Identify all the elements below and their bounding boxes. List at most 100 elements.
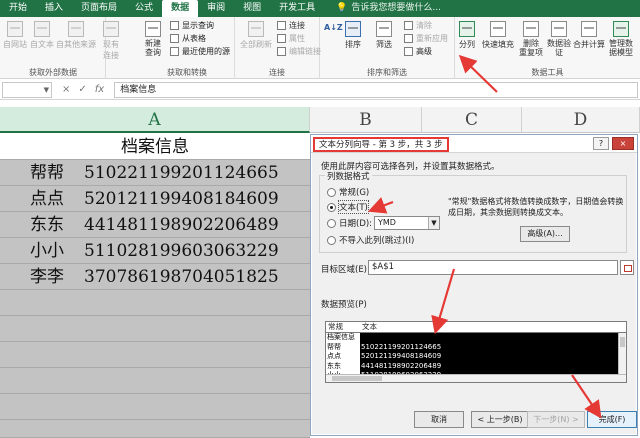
row-name: 李李 bbox=[30, 267, 64, 287]
target-range-input[interactable]: $A$1 bbox=[368, 260, 618, 275]
preview-row: 点点 520121199408184609 bbox=[326, 352, 442, 362]
data-validation-button[interactable]: 数据验 证 bbox=[547, 21, 571, 57]
empty-row[interactable] bbox=[0, 420, 310, 438]
close-button[interactable]: × bbox=[612, 137, 634, 150]
empty-row[interactable] bbox=[0, 368, 310, 394]
refresh-all-button[interactable]: 全部刷新 bbox=[240, 21, 272, 50]
table-row[interactable]: 点点 520121199408184609 bbox=[0, 186, 310, 212]
column-headers: A B C D bbox=[0, 107, 640, 133]
flash-fill-icon bbox=[490, 21, 506, 37]
empty-row[interactable] bbox=[0, 290, 310, 316]
remove-duplicates-button[interactable]: 删除 重复项 bbox=[519, 21, 543, 57]
preview-col-text[interactable]: 文本 bbox=[362, 322, 377, 332]
chevron-down-icon[interactable]: ▼ bbox=[44, 83, 49, 97]
tab-review[interactable]: 审阅 bbox=[198, 0, 234, 17]
group-data-tools: 分列 快速填充 删除 重复项 数据验 证 合并计算 管理数 据模型 数据工具 bbox=[455, 17, 640, 79]
edit-links-button[interactable]: 编辑链接 bbox=[277, 46, 321, 57]
from-table-button[interactable]: 从表格 bbox=[170, 33, 206, 44]
preview-col-general[interactable]: 常规 bbox=[328, 322, 343, 332]
collapse-dialog-icon[interactable] bbox=[620, 260, 634, 275]
header-cell-text: 档案信息 bbox=[121, 137, 189, 157]
table-row[interactable]: 小小 511028199603063229 bbox=[0, 238, 310, 264]
radio-circle-icon bbox=[327, 235, 336, 245]
new-query-button[interactable]: 新建 查询 bbox=[145, 21, 161, 57]
sort-az-button[interactable]: A↓Z bbox=[324, 23, 343, 32]
date-format-select[interactable]: YMD ▼ bbox=[374, 216, 440, 230]
group-get-transform: 新建 查询 显示查询 从表格 最近使用的源 获取和转换 bbox=[140, 17, 235, 79]
filter-button[interactable]: 筛选 bbox=[376, 21, 392, 50]
table-row[interactable]: 帮帮 510221199201124665 bbox=[0, 160, 310, 186]
show-queries-button[interactable]: 显示查询 bbox=[170, 20, 214, 31]
flash-fill-button[interactable]: 快速填充 bbox=[482, 21, 514, 50]
column-header-d[interactable]: D bbox=[522, 107, 640, 133]
chevron-down-icon[interactable]: ▼ bbox=[428, 217, 439, 229]
advanced-filter-button[interactable]: 高级 bbox=[404, 46, 432, 57]
formula-buttons: × ✓ fx bbox=[52, 84, 114, 95]
tab-view[interactable]: 视图 bbox=[234, 0, 270, 17]
tab-developer[interactable]: 开发工具 bbox=[270, 0, 324, 17]
recent-sources-button[interactable]: 最近使用的源 bbox=[170, 46, 230, 57]
radio-circle-icon bbox=[327, 218, 336, 228]
data-model-icon bbox=[613, 21, 629, 37]
radio-skip-column[interactable]: 不导入此列(跳过)(I) bbox=[327, 234, 414, 246]
row-id: 441481198902206489 bbox=[84, 215, 279, 235]
column-format-legend: 列数据格式 bbox=[325, 170, 372, 182]
from-web-button[interactable]: 自网站 bbox=[3, 21, 27, 50]
back-button[interactable]: < 上一步(B) bbox=[471, 411, 529, 428]
advanced-button[interactable]: 高级(A)... bbox=[520, 226, 570, 242]
properties-button[interactable]: 属性 bbox=[277, 33, 305, 44]
cancel-entry-button[interactable]: × bbox=[62, 84, 70, 95]
tab-home[interactable]: 开始 bbox=[0, 0, 36, 17]
from-text-button[interactable]: 自文本 bbox=[30, 21, 54, 50]
empty-row[interactable] bbox=[0, 394, 310, 420]
text-to-columns-icon bbox=[459, 21, 475, 37]
text-to-columns-button[interactable]: 分列 bbox=[459, 21, 475, 50]
group-sort-filter: A↓Z 排序 筛选 清除 重新应用 高级 排序和筛选 bbox=[320, 17, 455, 79]
web-icon bbox=[7, 21, 23, 37]
tell-me-box[interactable]: 💡 告诉我您想要做什么... bbox=[324, 0, 441, 17]
row-id: 520121199408184609 bbox=[84, 189, 279, 209]
name-box[interactable]: ▼ bbox=[2, 81, 52, 98]
row-name: 点点 bbox=[30, 189, 64, 209]
finish-button[interactable]: 完成(F) bbox=[587, 411, 637, 428]
tab-page-layout[interactable]: 页面布局 bbox=[72, 0, 126, 17]
consolidate-button[interactable]: 合并计算 bbox=[573, 21, 605, 50]
cell-a1[interactable]: 档案信息 bbox=[0, 134, 310, 160]
tab-data[interactable]: 数据 bbox=[162, 0, 199, 17]
column-header-b[interactable]: B bbox=[310, 107, 422, 133]
formula-input[interactable]: 档案信息 bbox=[114, 81, 638, 98]
remove-duplicates-icon bbox=[523, 21, 539, 37]
data-preview[interactable]: 常规 文本 档案信息 帮帮 510221199201124665 点点 5201… bbox=[325, 321, 627, 383]
ribbon: 自网站 自文本 自其他来源 现有连接 获取外部数据 新建 查询 显示查询 从表格 bbox=[0, 17, 640, 79]
consolidate-icon bbox=[581, 21, 597, 37]
group-label-data-tools: 数据工具 bbox=[531, 68, 564, 77]
next-button[interactable]: 下一步(N) > bbox=[527, 411, 585, 428]
column-header-c[interactable]: C bbox=[422, 107, 522, 133]
column-header-a[interactable]: A bbox=[0, 107, 310, 133]
empty-row[interactable] bbox=[0, 316, 310, 342]
tab-insert[interactable]: 插入 bbox=[36, 0, 72, 17]
radio-date[interactable]: 日期(D): bbox=[327, 217, 372, 229]
formula-bar: ▼ × ✓ fx 档案信息 bbox=[0, 80, 640, 100]
sort-button[interactable]: 排序 bbox=[345, 21, 361, 50]
tab-formulas[interactable]: 公式 bbox=[126, 0, 162, 17]
help-button[interactable]: ? bbox=[593, 137, 609, 150]
confirm-entry-button[interactable]: ✓ bbox=[78, 84, 86, 95]
from-other-sources-button[interactable]: 自其他来源 bbox=[56, 21, 96, 50]
preview-vertical-scrollbar[interactable] bbox=[618, 333, 626, 374]
manage-data-model-button[interactable]: 管理数 据模型 bbox=[609, 21, 633, 57]
connections-button[interactable]: 连接 bbox=[277, 20, 305, 31]
radio-text[interactable]: 文本(T) bbox=[327, 200, 369, 214]
dialog-title-bar: 文本分列向导 - 第 3 步，共 3 步 ? × bbox=[311, 135, 637, 153]
reapply-button[interactable]: 重新应用 bbox=[404, 33, 448, 44]
table-row[interactable]: 东东 441481198902206489 bbox=[0, 212, 310, 238]
column-format-fieldset: 列数据格式 常规(G) 文本(T) 日期(D): YMD ▼ 不导入此列(跳过)… bbox=[319, 170, 627, 253]
preview-horizontal-scrollbar[interactable] bbox=[326, 374, 626, 382]
table-row[interactable]: 李李 370786198704051825 bbox=[0, 264, 310, 290]
insert-function-button[interactable]: fx bbox=[95, 84, 104, 95]
empty-row[interactable] bbox=[0, 342, 310, 368]
clear-filter-button[interactable]: 清除 bbox=[404, 20, 432, 31]
radio-general[interactable]: 常规(G) bbox=[327, 186, 369, 198]
cancel-button[interactable]: 取消 bbox=[414, 411, 464, 428]
existing-connections-button[interactable]: 现有连接 bbox=[103, 21, 119, 61]
